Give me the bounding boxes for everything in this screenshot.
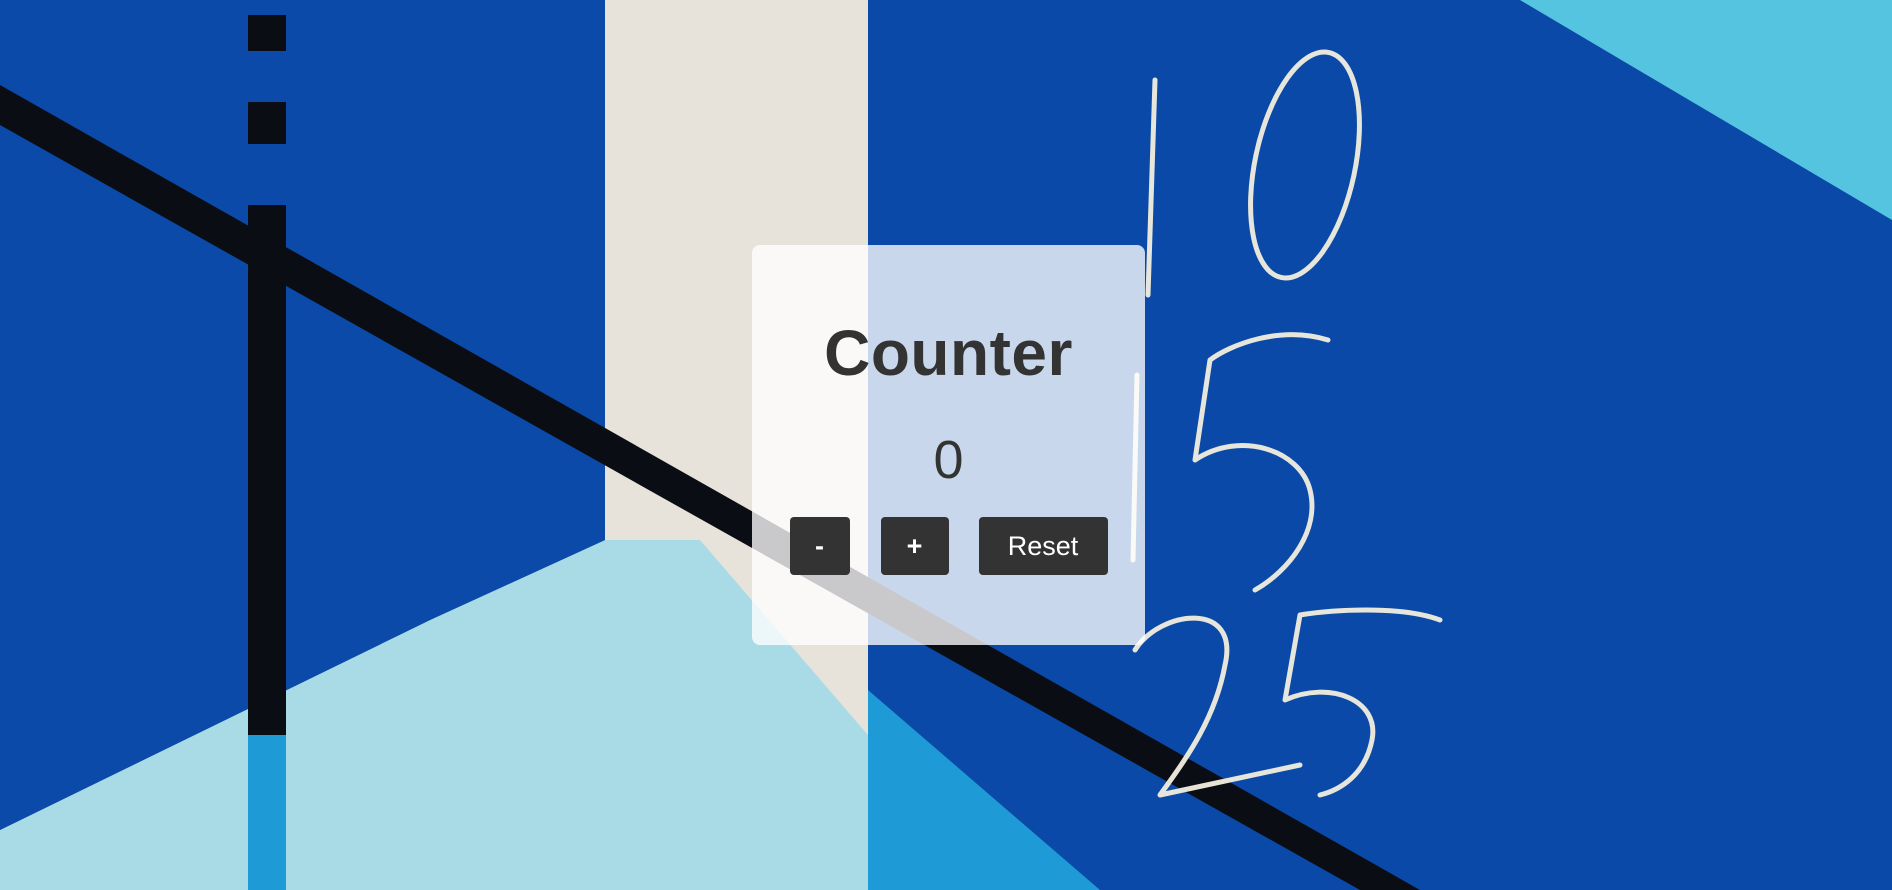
counter-card: Counter 0 - + Reset bbox=[752, 245, 1145, 645]
counter-title: Counter bbox=[824, 317, 1073, 389]
counter-value: 0 bbox=[933, 430, 964, 490]
reset-button[interactable]: Reset bbox=[978, 517, 1108, 575]
counter-controls: - + Reset bbox=[789, 517, 1108, 575]
decrement-button[interactable]: - bbox=[789, 517, 850, 575]
increment-button[interactable]: + bbox=[880, 517, 949, 575]
